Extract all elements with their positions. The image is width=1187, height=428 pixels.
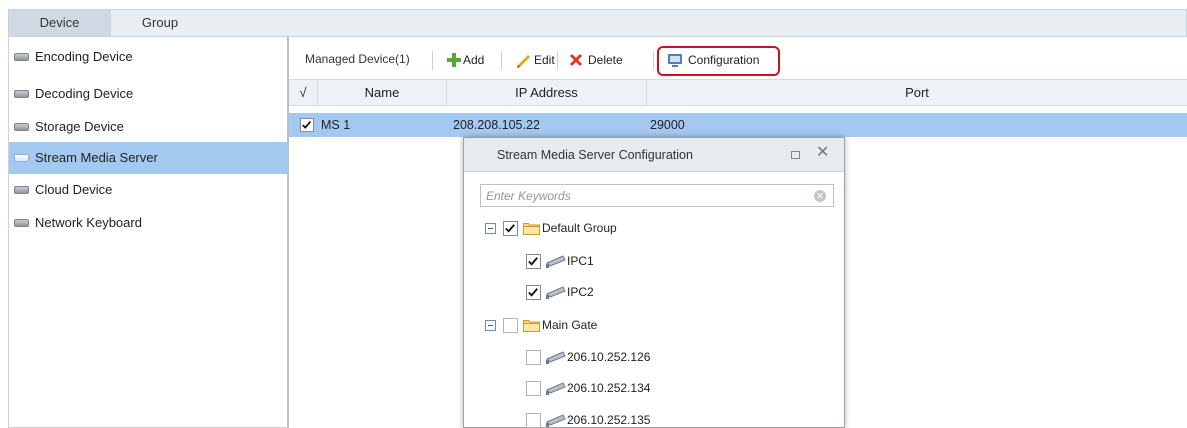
device-icon <box>14 219 29 227</box>
tab-group[interactable]: Group <box>111 10 209 36</box>
sidebar-item-label: Stream Media Server <box>35 150 158 165</box>
row-name: MS 1 <box>321 118 351 132</box>
toolbar-separator <box>501 51 502 70</box>
folder-icon <box>523 320 540 332</box>
toolbar-separator <box>557 51 558 70</box>
pencil-icon <box>517 55 530 68</box>
camera-checkbox[interactable] <box>526 381 541 396</box>
tree-node-camera[interactable]: 206.10.252.135 <box>526 412 726 428</box>
delete-button[interactable]: Delete <box>568 50 623 70</box>
close-icon[interactable]: ✕ <box>816 144 829 162</box>
column-header-check[interactable]: √ <box>289 80 318 106</box>
sidebar-item-network-keyboard[interactable]: Network Keyboard <box>9 207 288 239</box>
camera-icon <box>546 351 566 364</box>
camera-icon <box>546 286 566 299</box>
tree-node-label: 206.10.252.134 <box>567 381 651 395</box>
tree-node-main-gate[interactable]: Main Gate <box>485 317 685 337</box>
sidebar-item-label: Decoding Device <box>35 86 134 101</box>
row-port: 29000 <box>650 118 685 132</box>
stream-media-server-configuration-dialog: Stream Media Server Configuration ✕ ✕ De… <box>463 137 845 428</box>
device-icon <box>14 53 29 61</box>
device-icon <box>14 90 29 98</box>
clear-search-icon[interactable]: ✕ <box>814 190 826 202</box>
collapse-icon[interactable] <box>485 223 496 234</box>
edit-label: Edit <box>534 53 555 67</box>
maximize-icon[interactable] <box>791 151 800 159</box>
camera-icon <box>546 255 566 268</box>
camera-checkbox[interactable] <box>526 413 541 428</box>
device-icon <box>14 123 29 131</box>
camera-icon <box>546 382 566 395</box>
sidebar-item-encoding-device[interactable]: Encoding Device <box>9 41 288 73</box>
column-header-port[interactable]: Port <box>647 80 1187 106</box>
sidebar-item-storage-device[interactable]: Storage Device <box>9 111 288 143</box>
tree-node-ipc1[interactable]: IPC1 <box>526 253 686 273</box>
table-row[interactable]: MS 1 208.208.105.22 29000 <box>289 113 1187 137</box>
group-checkbox[interactable] <box>503 318 518 333</box>
camera-checkbox[interactable] <box>526 350 541 365</box>
sidebar-item-label: Encoding Device <box>35 49 133 64</box>
sidebar-item-stream-media-server[interactable]: Stream Media Server <box>9 142 288 174</box>
sidebar-item-decoding-device[interactable]: Decoding Device <box>9 78 288 110</box>
checkmark-icon <box>505 224 515 233</box>
add-button[interactable]: Add <box>446 50 484 70</box>
dialog-title-bar[interactable]: Stream Media Server Configuration ✕ <box>464 138 844 172</box>
tree-node-default-group[interactable]: Default Group <box>485 220 685 240</box>
delete-label: Delete <box>588 53 623 67</box>
top-tab-bar: Device Group <box>8 9 1187 36</box>
configuration-highlight-outline <box>657 46 780 76</box>
tree-node-label: IPC1 <box>567 254 594 268</box>
device-icon <box>14 186 29 194</box>
camera-icon <box>546 414 566 427</box>
checkmark-icon <box>528 288 538 297</box>
delete-x-icon <box>569 53 583 67</box>
sidebar-item-cloud-device[interactable]: Cloud Device <box>9 174 288 206</box>
device-icon <box>14 154 29 162</box>
device-type-sidebar: Encoding Device Decoding Device Storage … <box>8 36 289 428</box>
tree-node-camera[interactable]: 206.10.252.134 <box>526 380 726 400</box>
row-ip-address: 208.208.105.22 <box>453 118 540 132</box>
add-label: Add <box>463 53 485 67</box>
collapse-icon[interactable] <box>485 320 496 331</box>
tab-device[interactable]: Device <box>9 10 111 36</box>
tree-node-label: 206.10.252.126 <box>567 350 651 364</box>
tree-node-label: Main Gate <box>542 318 598 332</box>
row-checkbox[interactable] <box>300 118 314 132</box>
camera-checkbox[interactable] <box>526 254 541 269</box>
column-header-ip-address[interactable]: IP Address <box>447 80 647 106</box>
toolbar-separator <box>432 51 433 70</box>
camera-checkbox[interactable] <box>526 285 541 300</box>
keyword-search-input[interactable] <box>486 187 806 204</box>
tree-node-ipc2[interactable]: IPC2 <box>526 284 686 304</box>
keyword-search-box: ✕ <box>480 184 834 207</box>
dialog-title: Stream Media Server Configuration <box>497 148 693 162</box>
toolbar-separator <box>653 51 654 70</box>
column-header-name[interactable]: Name <box>318 80 447 106</box>
managed-device-count: Managed Device(1) <box>305 52 410 66</box>
checkmark-icon <box>302 121 312 129</box>
edit-button[interactable]: Edit <box>515 50 555 70</box>
tree-node-camera[interactable]: 206.10.252.126 <box>526 349 726 369</box>
sidebar-item-label: Cloud Device <box>35 182 113 197</box>
tree-node-label: Default Group <box>542 221 617 235</box>
plus-icon <box>447 53 461 67</box>
group-checkbox[interactable] <box>503 221 518 236</box>
sidebar-item-label: Network Keyboard <box>35 215 142 230</box>
tree-node-label: 206.10.252.135 <box>567 413 651 427</box>
sidebar-item-label: Storage Device <box>35 119 124 134</box>
folder-icon <box>523 223 540 235</box>
tree-node-label: IPC2 <box>567 285 594 299</box>
checkmark-icon <box>528 257 538 266</box>
device-table-header: √ Name IP Address Port <box>289 79 1187 106</box>
